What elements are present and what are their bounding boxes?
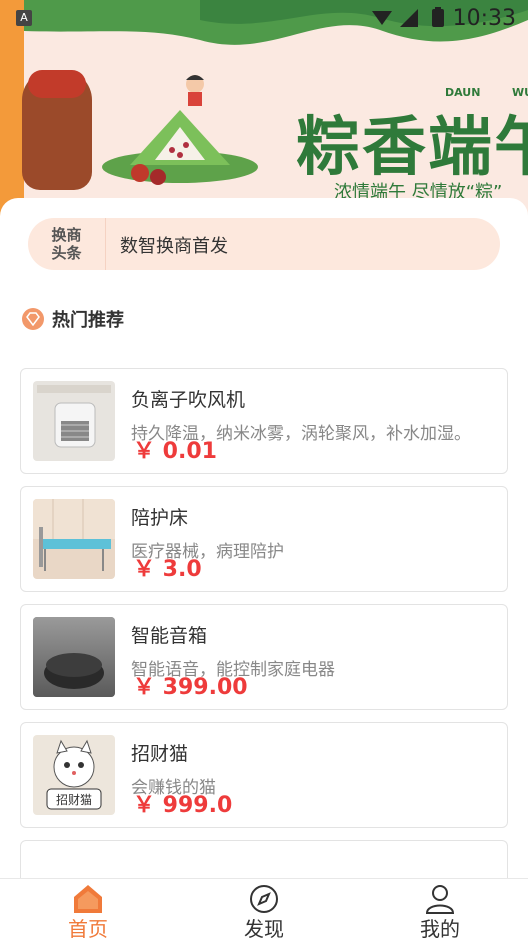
product-name: 智能音箱 [131,625,208,647]
tab-home-label: 首页 [68,917,108,941]
tab-discover[interactable]: 发现 [176,879,352,944]
notice-tag: 换商 头条 [28,218,106,270]
product-card-partial[interactable] [20,840,508,878]
diamond-icon [22,308,44,330]
product-name: 陪护床 [131,507,189,529]
product-card[interactable]: 陪护床 医疗器械，病理陪护 ￥ 3.0 [20,486,508,592]
user-icon [425,885,455,914]
product-price: ￥ 0.01 [133,439,217,464]
main-content: 换商 头条 数智换商首发 热门推荐 负离子吹风机 持久降温，纳米冰雾，涡轮聚风，补… [0,198,528,878]
wine-jar-lid [28,70,86,98]
product-name: 负离子吹风机 [131,389,246,411]
product-list: 负离子吹风机 持久降温，纳米冰雾，涡轮聚风，补水加湿。 ￥ 0.01 陪护床 医… [20,368,508,878]
product-card[interactable]: 招财猫 招财猫 会赚钱的猫 ￥ 999.0 [20,722,508,828]
home-icon [74,885,102,913]
product-image-fan [33,381,115,461]
status-time: 10:33 [452,6,516,31]
product-price: ￥ 3.0 [133,557,202,582]
child-illustration [186,75,204,106]
bottom-tab-bar: 首页 发现 我的 [0,878,528,944]
app-notification-icon: A [16,10,32,26]
notice-tag-line1: 换商 [51,226,82,244]
product-image-speaker [33,617,115,697]
product-price: ￥ 399.00 [133,675,248,700]
tab-mine[interactable]: 我的 [352,879,528,944]
product-name: 招财猫 [131,743,189,765]
signal-battery-icons [372,7,444,27]
tab-mine-label: 我的 [420,917,460,941]
zongzi-illustration [102,110,258,185]
compass-icon [250,885,278,913]
section-title: 热门推荐 [52,310,124,331]
product-card[interactable]: 负离子吹风机 持久降温，纳米冰雾，涡轮聚风，补水加湿。 ￥ 0.01 [20,368,508,474]
product-image-lucky-cat: 招财猫 [33,735,115,815]
notice-text: 数智换商首发 [120,236,228,257]
tab-home[interactable]: 首页 [0,879,176,944]
status-bar: A 10:33 [0,0,528,36]
banner-title: 粽香端午 [296,111,528,185]
tab-discover-label: 发现 [244,917,284,941]
notice-tag-line2: 头条 [51,244,82,262]
product-price: ￥ 999.0 [133,793,233,818]
section-header: 热门推荐 [22,306,124,332]
svg-text:招财猫: 招财猫 [56,793,92,807]
headline-notice[interactable]: 换商 头条 数智换商首发 [28,218,500,270]
product-image-bed [33,499,115,579]
product-card[interactable]: 智能音箱 智能语音，能控制家庭电器 ￥ 399.00 [20,604,508,710]
